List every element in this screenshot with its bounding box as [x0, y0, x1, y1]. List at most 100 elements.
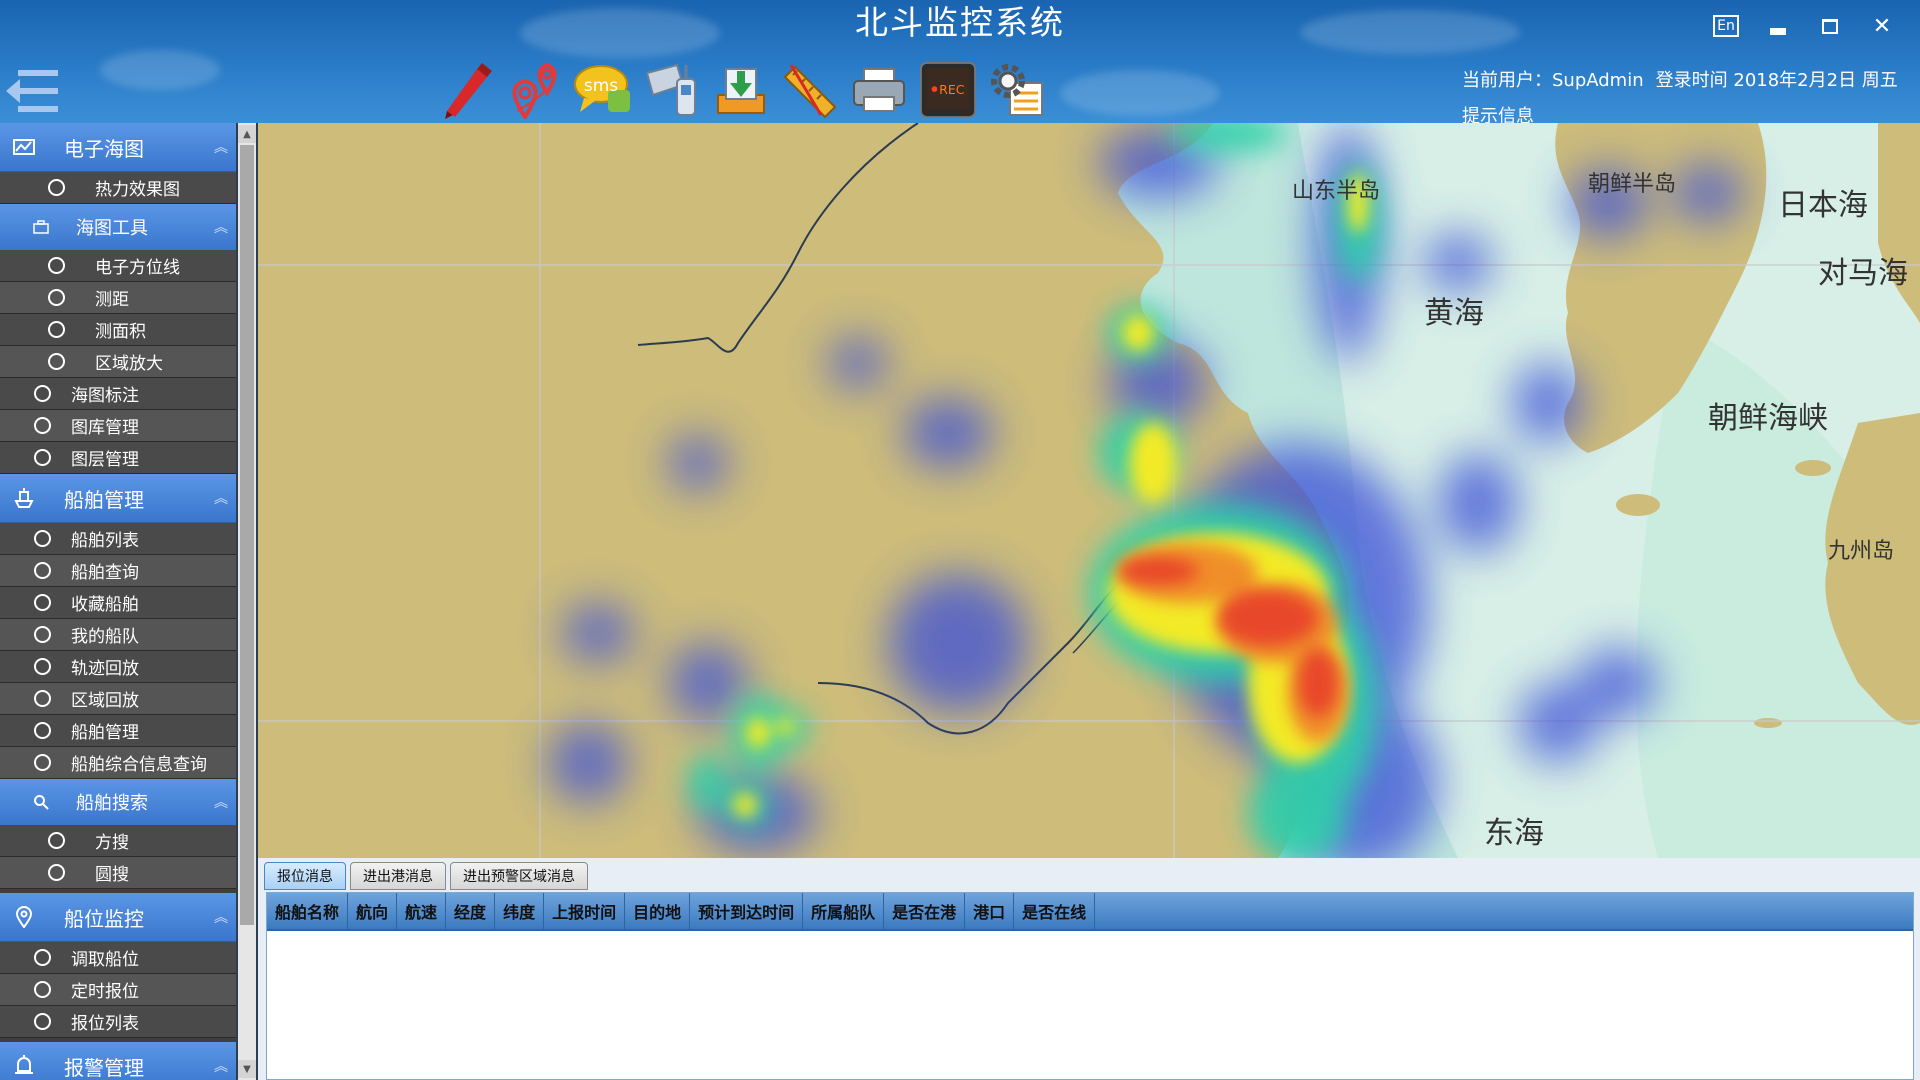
record-tool[interactable]: REC [919, 60, 977, 120]
ship-icon [10, 487, 38, 509]
radio-icon [34, 754, 51, 771]
tab-port-messages[interactable]: 进出港消息 [350, 862, 446, 890]
chevron-up-icon[interactable]: ︽ [214, 1056, 228, 1076]
col-heading[interactable]: 航向 [348, 893, 398, 929]
subsection-label: 海图工具 [76, 218, 148, 239]
scrollbar-thumb[interactable] [240, 145, 254, 925]
toolbox-icon [28, 220, 54, 234]
title-bar: 北斗监控系统 En ✕ sms REC 当前用户：SupAdmin 登录时间 2… [0, 0, 1920, 123]
radio-icon [48, 289, 65, 306]
tab-warning-area-messages[interactable]: 进出预警区域消息 [450, 862, 588, 890]
sidebar-item-zoom-area[interactable]: 区域放大 [0, 346, 236, 378]
sidebar-item-heatmap[interactable]: 热力效果图 [0, 172, 236, 204]
section-electronic-chart[interactable]: 电子海图 ︽ [0, 123, 236, 172]
item-label: 定时报位 [71, 982, 139, 1002]
download-tool[interactable] [712, 60, 770, 120]
language-button[interactable]: En [1704, 10, 1748, 42]
col-port[interactable]: 港口 [965, 893, 1015, 929]
col-longitude[interactable]: 经度 [446, 893, 496, 929]
col-ship-name[interactable]: 船舶名称 [267, 893, 349, 929]
radio-icon [34, 722, 51, 739]
chart-icon [10, 139, 38, 155]
sidebar-item-bearing-line[interactable]: 电子方位线 [0, 250, 236, 282]
col-fleet[interactable]: 所属船队 [803, 893, 885, 929]
sidebar-item-fetch-position[interactable]: 调取船位 [0, 942, 236, 974]
locate-tool[interactable] [505, 60, 563, 120]
satellite-phone-tool[interactable] [643, 60, 701, 120]
col-online[interactable]: 是否在线 [1014, 893, 1096, 929]
sidebar-item-measure-area[interactable]: 测面积 [0, 314, 236, 346]
sidebar-item-chart-library[interactable]: 图库管理 [0, 410, 236, 442]
download-tray-icon [717, 68, 765, 114]
tab-position-messages[interactable]: 报位消息 [264, 862, 346, 890]
section-position-monitor[interactable]: 船位监控 ︽ [0, 893, 236, 942]
close-button[interactable]: ✕ [1860, 10, 1904, 42]
draw-tool[interactable] [436, 60, 494, 120]
subsection-ship-search[interactable]: 船舶搜索 ︽ [0, 779, 236, 825]
item-label: 船舶管理 [71, 723, 139, 743]
item-label: 调取船位 [71, 950, 139, 970]
sidebar-item-layer-management[interactable]: 图层管理 [0, 442, 236, 474]
map-pin-icon [512, 62, 557, 119]
item-label: 区域放大 [95, 354, 163, 374]
ruler-tool[interactable] [781, 60, 839, 120]
item-label: 船舶综合信息查询 [71, 755, 207, 775]
item-label: 我的船队 [71, 627, 139, 647]
message-tabs: 报位消息 进出港消息 进出预警区域消息 [264, 862, 588, 890]
col-destination[interactable]: 目的地 [625, 893, 691, 929]
section-label: 船舶管理 [64, 487, 144, 512]
item-label: 测距 [95, 290, 129, 310]
sidebar-item-report-list[interactable]: 报位列表 [0, 1006, 236, 1038]
radio-icon [34, 690, 51, 707]
sidebar-item-chart-annotation[interactable]: 海图标注 [0, 378, 236, 410]
maximize-button[interactable] [1808, 10, 1852, 42]
subsection-chart-tools[interactable]: 海图工具 ︽ [0, 204, 236, 250]
sidebar-item-ship-list[interactable]: 船舶列表 [0, 523, 236, 555]
sidebar-item-ship-admin[interactable]: 船舶管理 [0, 715, 236, 747]
hint-message: 提示信息 [1462, 106, 1534, 123]
sidebar-item-favorite-ships[interactable]: 收藏船舶 [0, 587, 236, 619]
print-tool[interactable] [850, 60, 908, 120]
sidebar-item-circle-search[interactable]: 圆搜 [0, 857, 236, 889]
item-label: 收藏船舶 [71, 595, 139, 615]
collapse-sidebar-button[interactable] [4, 66, 60, 116]
sms-tool[interactable]: sms [574, 60, 632, 120]
sea-chart-map[interactable]: 山东半岛 朝鲜半岛 日本海 对马海 黄海 朝鲜海峡 九州岛 东海 [258, 123, 1920, 858]
chevron-up-icon[interactable]: ︽ [214, 137, 228, 157]
col-report-time[interactable]: 上报时间 [544, 893, 626, 929]
chevron-up-icon[interactable]: ︽ [214, 907, 228, 927]
minimize-button[interactable] [1756, 10, 1800, 42]
sidebar-item-square-search[interactable]: 方搜 [0, 825, 236, 857]
sidebar-item-timed-report[interactable]: 定时报位 [0, 974, 236, 1006]
section-ship-management[interactable]: 船舶管理 ︽ [0, 474, 236, 523]
sidebar-scrollbar[interactable]: ▲ ▼ [238, 123, 256, 1080]
col-eta[interactable]: 预计到达时间 [690, 893, 804, 929]
scroll-up-arrow-icon[interactable]: ▲ [238, 125, 256, 143]
scroll-down-arrow-icon[interactable]: ▼ [238, 1060, 256, 1078]
sidebar-item-my-fleet[interactable]: 我的船队 [0, 619, 236, 651]
label-yellow-sea: 黄海 [1424, 296, 1484, 331]
sidebar: 电子海图 ︽ 热力效果图 海图工具 ︽ 电子方位线 测距 测面积 区域放大 海图… [0, 123, 236, 1080]
sidebar-item-ship-info-query[interactable]: 船舶综合信息查询 [0, 747, 236, 779]
radio-icon [34, 530, 51, 547]
back-arrow-icon [6, 70, 58, 112]
section-alarm-management[interactable]: 报警管理 ︽ [0, 1042, 236, 1080]
table-header: 船舶名称 航向 航速 经度 纬度 上报时间 目的地 预计到达时间 所属船队 是否… [267, 893, 1913, 931]
sidebar-item-area-playback[interactable]: 区域回放 [0, 683, 236, 715]
sidebar-item-track-playback[interactable]: 轨迹回放 [0, 651, 236, 683]
col-in-port[interactable]: 是否在港 [884, 893, 966, 929]
settings-tool[interactable] [988, 60, 1046, 120]
label-shandong: 山东半岛 [1292, 179, 1380, 204]
message-panel: 报位消息 进出港消息 进出预警区域消息 船舶名称 航向 航速 经度 纬度 上报时… [258, 858, 1920, 1080]
rec-label: REC [939, 82, 965, 97]
chevron-up-icon[interactable]: ︽ [214, 792, 228, 812]
sidebar-item-measure-distance[interactable]: 测距 [0, 282, 236, 314]
sidebar-item-ship-query[interactable]: 船舶查询 [0, 555, 236, 587]
col-latitude[interactable]: 纬度 [495, 893, 545, 929]
chevron-up-icon[interactable]: ︽ [214, 217, 228, 237]
radio-icon [34, 1013, 51, 1030]
col-speed[interactable]: 航速 [397, 893, 447, 929]
section-label: 报警管理 [64, 1055, 144, 1080]
label-sea-of-japan: 日本海 [1778, 188, 1868, 223]
chevron-up-icon[interactable]: ︽ [214, 488, 228, 508]
